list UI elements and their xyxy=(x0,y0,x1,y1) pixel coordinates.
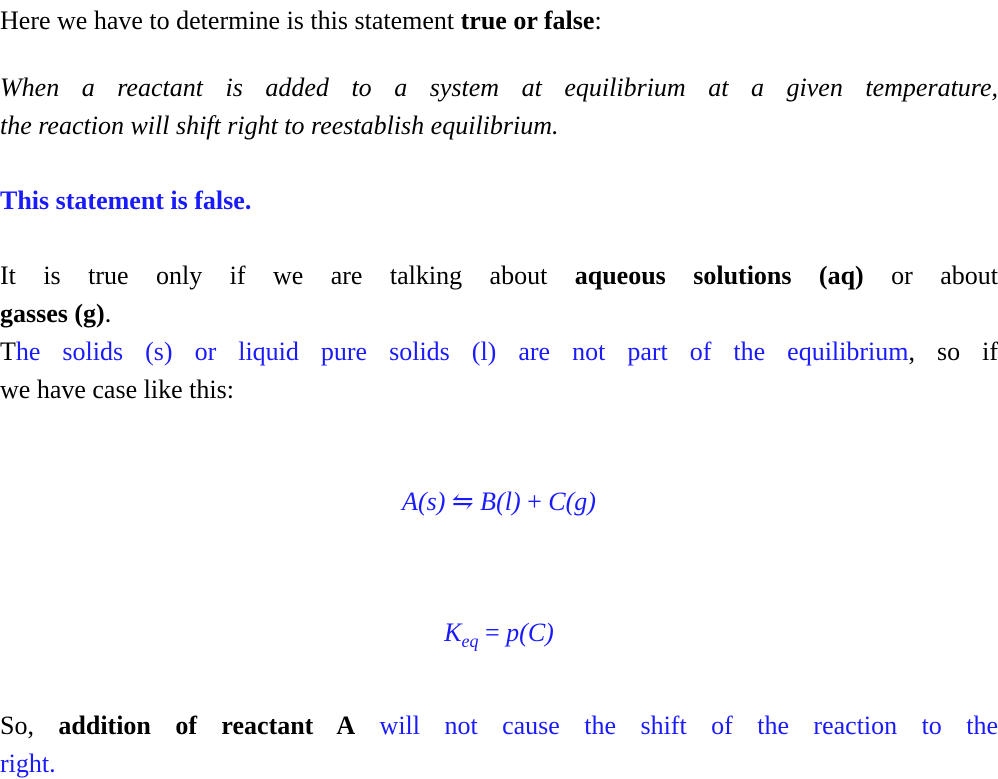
keq-symbol: K xyxy=(444,618,462,647)
explanation-text: , so if xyxy=(908,337,998,366)
intro-suffix: : xyxy=(594,6,602,35)
explanation-line-4: we have case like this: xyxy=(0,375,234,404)
reactant: A xyxy=(402,487,418,516)
conclusion-line-1: So, addition of reactant A will not caus… xyxy=(0,711,998,741)
product-1: B xyxy=(480,487,497,516)
intro-paragraph: Here we have to determine is this statem… xyxy=(0,6,998,36)
equals-sign: = xyxy=(485,618,500,647)
conclusion-text: So, xyxy=(0,711,59,740)
explanation-text: . xyxy=(104,299,112,328)
explanation-line-1: It is true only if we are talking about … xyxy=(0,261,998,291)
intro-text: Here we have to determine is this statem… xyxy=(0,6,461,35)
conclusion-period: . xyxy=(49,749,56,778)
explanation-text: T xyxy=(0,337,16,366)
plus-sign: + xyxy=(527,487,542,516)
product-1-state: (l) xyxy=(496,487,521,516)
reactant-state: (s) xyxy=(417,487,446,516)
verdict: This statement is false. xyxy=(0,186,252,215)
conclusion-highlight: will not cause the shift of the reaction… xyxy=(355,711,998,740)
statement-line-2: the reaction will shift right to reestab… xyxy=(0,111,559,140)
intro-bold: true or false xyxy=(460,6,595,35)
equilibrium-arrow-icon: ⇋ xyxy=(451,487,474,516)
explanation-text: It is true only if we are talking about xyxy=(0,261,575,290)
conclusion-highlight: right xyxy=(0,749,50,778)
aqueous-bold: aqueous solutions (aq) xyxy=(574,261,864,290)
explanation-text: or about xyxy=(863,261,998,290)
conclusion-line-2: right. xyxy=(0,749,998,779)
explanation-line-3: The solids (s) or liquid pure solids (l)… xyxy=(0,337,998,367)
product-2-state: (g) xyxy=(565,487,596,516)
keq-equation: Keq = p(C) xyxy=(0,618,998,656)
gasses-bold: gasses (g) xyxy=(0,299,105,328)
reaction-equation: A(s) ⇋ B(l) + C(g) xyxy=(0,487,998,517)
keq-subscript: eq xyxy=(461,631,479,651)
conclusion-bold: addition of reactant A xyxy=(58,711,356,740)
solids-highlight: he solids (s) or liquid pure solids (l) … xyxy=(15,337,909,366)
product-2: C xyxy=(548,487,566,516)
keq-rhs: p(C) xyxy=(506,618,554,647)
explanation-line-2: gasses (g). xyxy=(0,299,998,329)
statement-line-1: When a reactant is added to a system at … xyxy=(0,73,998,102)
